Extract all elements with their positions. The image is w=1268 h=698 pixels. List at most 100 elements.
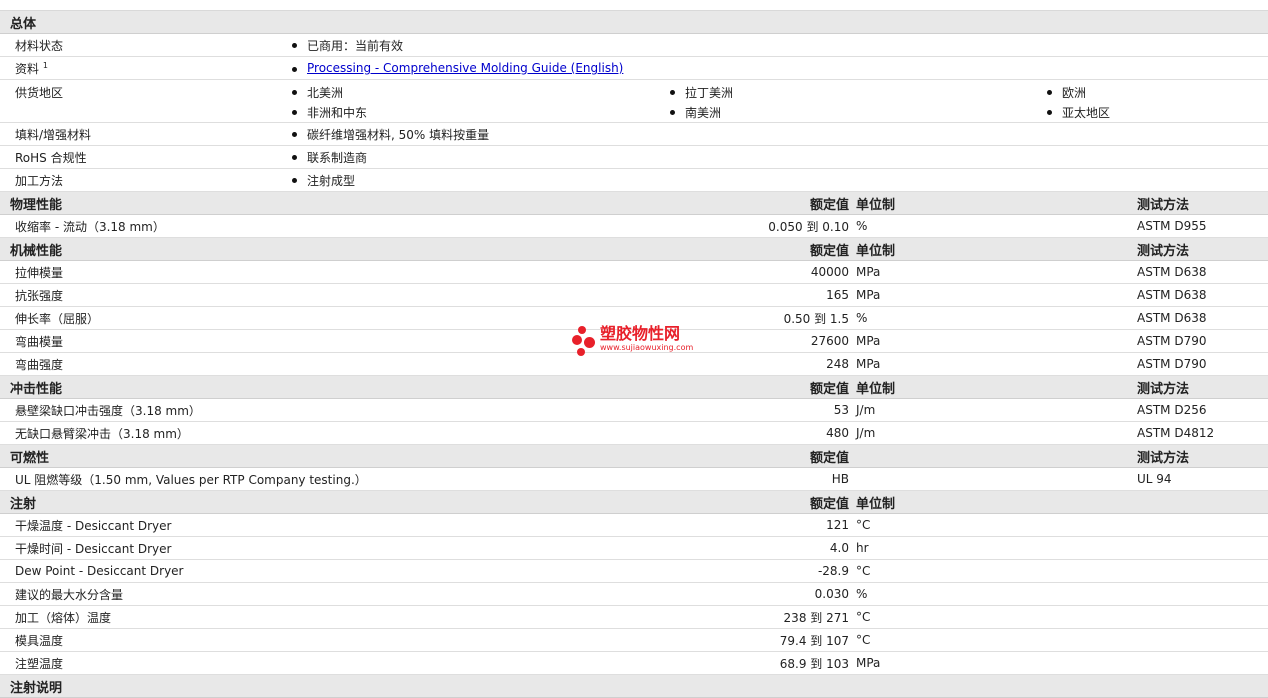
header-nominal: 额定值 — [809, 450, 849, 466]
row-label: 材料状态 — [15, 38, 64, 53]
row-value: 注射成型 — [291, 172, 355, 189]
row-unit: % — [856, 311, 868, 325]
section-title: 注射说明 — [10, 680, 63, 696]
row-label: 伸长率（屈服） — [15, 311, 100, 326]
row-label: 弯曲模量 — [15, 334, 64, 349]
header-test: 测试方法 — [1137, 243, 1190, 259]
row-unit: % — [856, 587, 868, 601]
row-value: 79.4 到 107 — [779, 633, 849, 648]
row-label: 干燥温度 - Desiccant Dryer — [15, 518, 172, 533]
section-general: 总体 — [0, 11, 1268, 34]
header-unit: 单位制 — [856, 197, 896, 213]
row-unit: MPa — [856, 656, 881, 670]
row-label: UL 阻燃等级（1.50 mm, Values per RTP Company … — [15, 472, 367, 487]
header-unit: 单位制 — [856, 243, 896, 259]
row-value: -28.9 — [817, 564, 849, 578]
row-label: 干燥时间 - Desiccant Dryer — [15, 541, 172, 556]
row-unit: °C — [856, 518, 871, 532]
row-processing-method: 加工方法 注射成型 — [0, 169, 1268, 192]
watermark-logo: 塑胶物性网 www.sujiaowuxing.com — [572, 326, 693, 356]
row-label: 加工（熔体）温度 — [15, 610, 112, 625]
row-label: 无缺口悬臂梁冲击（3.18 mm） — [15, 426, 189, 441]
row-unnotched-izod: 无缺口悬臂梁冲击（3.18 mm） 480 J/m ASTM D4812 — [0, 422, 1268, 445]
row-unit: J/m — [856, 403, 876, 417]
row-test: ASTM D790 — [1137, 334, 1207, 348]
row-label: 收缩率 - 流动（3.18 mm） — [15, 219, 165, 234]
header-test: 测试方法 — [1137, 197, 1190, 213]
row-value: 238 到 271 — [783, 610, 849, 625]
section-physical: 物理性能 额定值 单位制 测试方法 — [0, 192, 1268, 215]
section-mechanical: 机械性能 额定值 单位制 测试方法 — [0, 238, 1268, 261]
section-title: 总体 — [10, 16, 37, 32]
row-supply-regions: 供货地区 北美洲 拉丁美洲 欧洲 非洲和中东 南美洲 亚太地区 — [0, 80, 1268, 123]
row-unit: hr — [856, 541, 869, 555]
section-title: 可燃性 — [10, 450, 50, 466]
section-title: 冲击性能 — [10, 381, 63, 397]
row-unit: °C — [856, 564, 871, 578]
row-flexural-strength: 弯曲强度 248 MPa ASTM D790 — [0, 353, 1268, 376]
header-nominal: 额定值 — [809, 197, 849, 213]
row-unit: J/m — [856, 426, 876, 440]
section-title: 注射 — [10, 496, 37, 512]
section-impact: 冲击性能 额定值 单位制 测试方法 — [0, 376, 1268, 399]
processing-guide-link-item: Processing - Comprehensive Molding Guide… — [291, 61, 623, 75]
row-documents: 资料 1 Processing - Comprehensive Molding … — [0, 57, 1268, 80]
section-injection: 注射 额定值 单位制 — [0, 491, 1268, 514]
row-test: ASTM D4812 — [1137, 426, 1215, 440]
header-unit: 单位制 — [856, 381, 896, 397]
row-unit: MPa — [856, 288, 881, 302]
row-value: 248 — [826, 357, 849, 371]
row-value: 27600 — [810, 334, 849, 348]
row-test: ASTM D638 — [1137, 288, 1207, 302]
section-title: 机械性能 — [10, 243, 63, 259]
row-value: 165 — [826, 288, 849, 302]
row-dew-point: Dew Point - Desiccant Dryer -28.9 °C — [0, 560, 1268, 583]
processing-guide-link[interactable]: Processing - Comprehensive Molding Guide… — [307, 61, 623, 75]
row-label: 模具温度 — [15, 633, 64, 648]
row-notched-izod: 悬壁梁缺口冲击强度（3.18 mm） 53 J/m ASTM D256 — [0, 399, 1268, 422]
region-south-america: 南美洲 — [669, 104, 721, 121]
header-nominal: 额定值 — [809, 243, 849, 259]
row-value: 480 — [826, 426, 849, 440]
row-drying-time: 干燥时间 - Desiccant Dryer 4.0 hr — [0, 537, 1268, 560]
row-tensile-strength: 抗张强度 165 MPa ASTM D638 — [0, 284, 1268, 307]
row-label: 填料/增强材料 — [15, 127, 92, 142]
region-europe: 欧洲 — [1046, 84, 1086, 101]
watermark-text: 塑胶物性网 — [600, 324, 681, 343]
row-value: 0.50 到 1.5 — [783, 311, 849, 326]
row-test: ASTM D638 — [1137, 311, 1207, 325]
datasheet: 总体 材料状态 已商用：当前有效 资料 1 Processing - Compr… — [0, 0, 1268, 698]
top-strip — [0, 0, 1268, 11]
row-label: 拉伸模量 — [15, 265, 64, 280]
header-nominal: 额定值 — [809, 381, 849, 397]
row-label: RoHS 合规性 — [15, 150, 87, 165]
row-value: 4.0 — [829, 541, 849, 555]
row-value: 0.050 到 0.10 — [768, 219, 849, 234]
row-unit: °C — [856, 633, 871, 647]
header-test: 测试方法 — [1137, 381, 1190, 397]
region-latin-america: 拉丁美洲 — [669, 84, 733, 101]
row-tensile-modulus: 拉伸模量 40000 MPa ASTM D638 — [0, 261, 1268, 284]
row-material-status: 材料状态 已商用：当前有效 — [0, 34, 1268, 57]
region-asia-pacific: 亚太地区 — [1046, 104, 1110, 121]
row-test: UL 94 — [1137, 472, 1172, 486]
row-label: 弯曲强度 — [15, 357, 64, 372]
row-value: 碳纤维增强材料, 50% 填料按重量 — [291, 126, 489, 143]
watermark-url: www.sujiaowuxing.com — [600, 343, 694, 352]
row-label: 供货地区 — [15, 86, 64, 100]
row-label: 悬壁梁缺口冲击强度（3.18 mm） — [15, 403, 201, 418]
row-label: Dew Point - Desiccant Dryer — [15, 564, 184, 578]
header-nominal: 额定值 — [809, 496, 849, 512]
row-unit: °C — [856, 610, 871, 624]
row-value: 40000 — [810, 265, 849, 279]
row-unit: MPa — [856, 357, 881, 371]
dots-logo-icon — [572, 326, 598, 356]
row-mold-temp: 模具温度 79.4 到 107 °C — [0, 629, 1268, 652]
region-africa-middle-east: 非洲和中东 — [291, 104, 367, 121]
row-value: 已商用：当前有效 — [291, 37, 403, 54]
row-test: ASTM D638 — [1137, 265, 1207, 279]
row-value: 53 — [833, 403, 849, 417]
row-drying-temp: 干燥温度 - Desiccant Dryer 121 °C — [0, 514, 1268, 537]
section-title: 物理性能 — [10, 197, 63, 213]
row-shrinkage: 收缩率 - 流动（3.18 mm） 0.050 到 0.10 % ASTM D9… — [0, 215, 1268, 238]
